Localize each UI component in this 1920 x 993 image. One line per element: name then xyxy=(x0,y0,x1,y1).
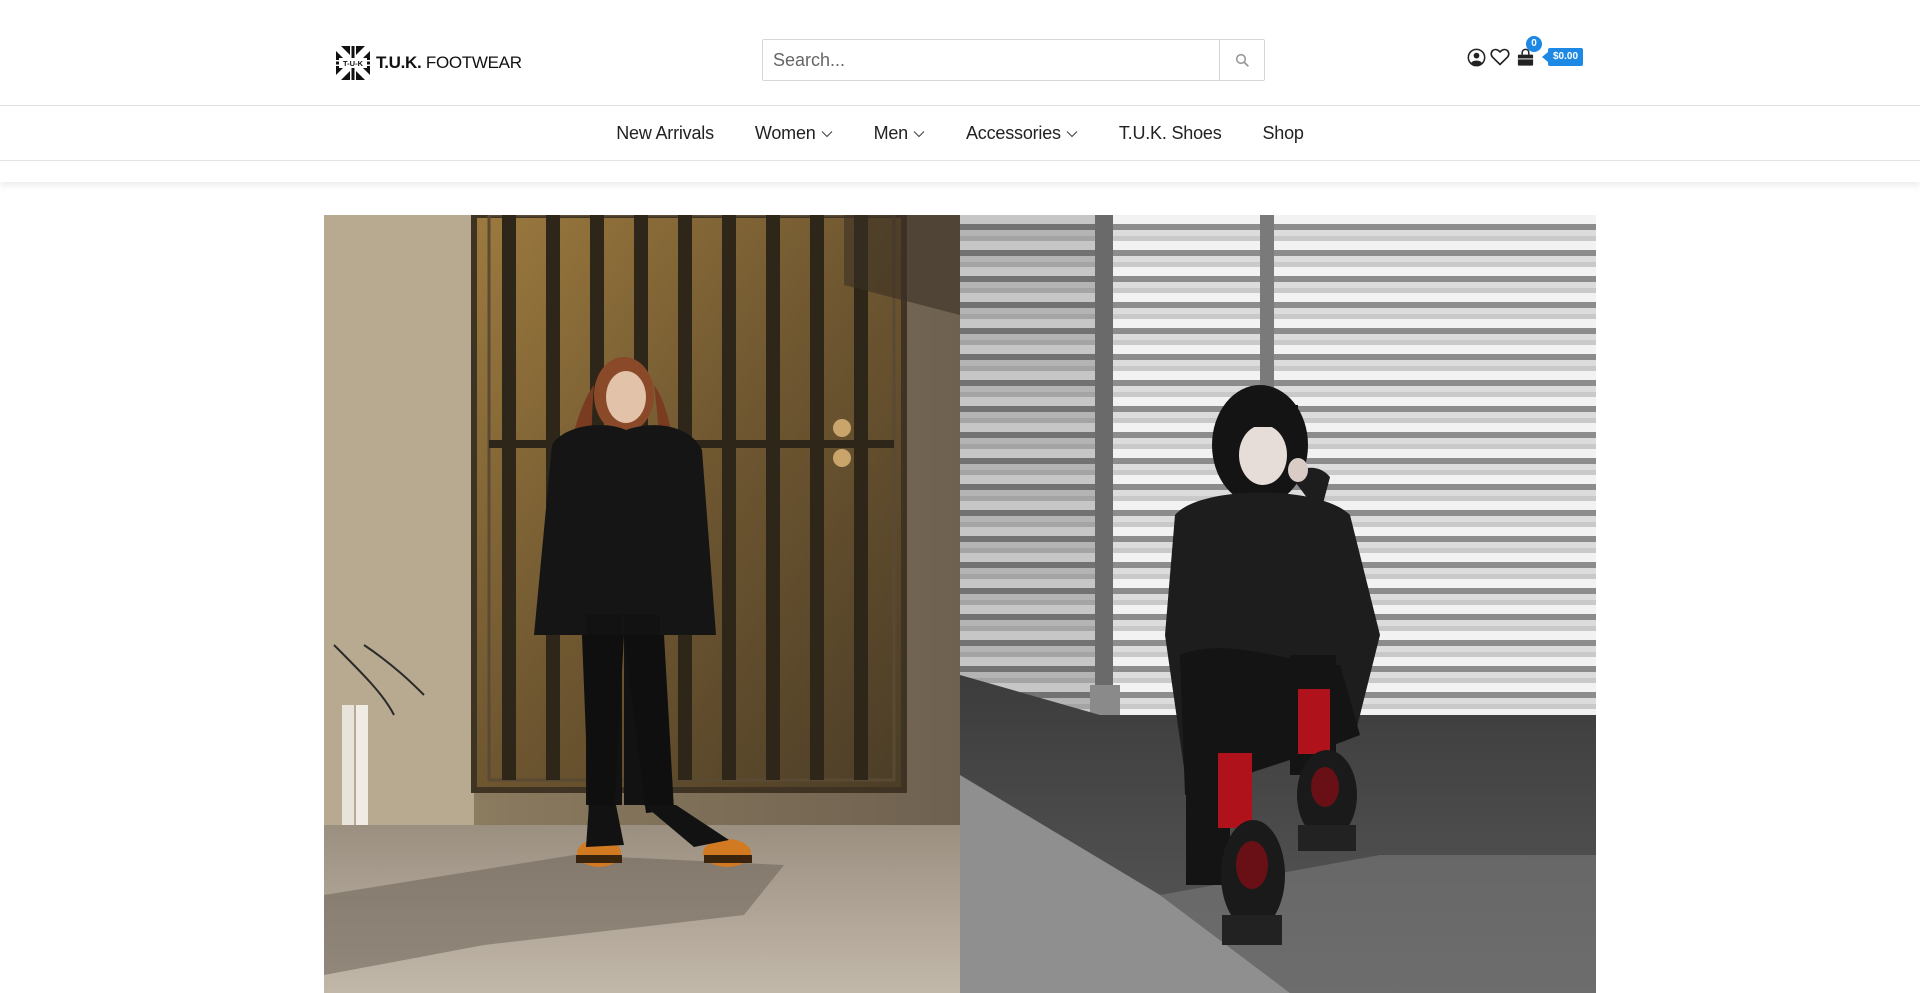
nav-item-new-arrivals[interactable]: New Arrivals xyxy=(616,123,714,144)
account-button[interactable] xyxy=(1466,46,1486,68)
search-button[interactable] xyxy=(1219,40,1264,80)
nav-item-accessories[interactable]: Accessories xyxy=(966,123,1078,144)
cart-count-badge: 0 xyxy=(1526,36,1542,52)
svg-text:T-U-K: T-U-K xyxy=(343,59,364,68)
cart-button[interactable]: 0 xyxy=(1514,36,1542,68)
chevron-down-icon xyxy=(821,130,832,137)
hero-image-left[interactable] xyxy=(324,215,960,993)
search-bar xyxy=(762,39,1265,81)
brand-logo[interactable]: T-U-K T.U.K. FOOTWEAR xyxy=(336,46,522,80)
nav-item-label: Men xyxy=(873,123,909,143)
chevron-down-icon xyxy=(913,130,925,137)
main-nav: New Arrivals Women Men Accessories T.U.K… xyxy=(0,107,1920,161)
hero-image-right[interactable] xyxy=(960,215,1596,993)
hero-photo-seated-model xyxy=(960,215,1596,993)
wishlist-button[interactable] xyxy=(1490,46,1510,68)
brand-name-bold: T.U.K. xyxy=(376,53,422,72)
cart-total-badge[interactable]: $0.00 xyxy=(1541,48,1584,66)
brand-name: T.U.K. FOOTWEAR xyxy=(376,53,522,73)
hero-banner[interactable] xyxy=(324,215,1596,993)
nav-item-women[interactable]: Women xyxy=(755,123,833,144)
brand-name-light: FOOTWEAR xyxy=(425,53,522,72)
nav-item-label: New Arrivals xyxy=(616,123,714,143)
brand-logo-mark-icon: T-U-K xyxy=(336,46,370,80)
search-icon xyxy=(1235,53,1249,67)
nav-item-label: Women xyxy=(754,123,816,143)
nav-item-label: Accessories xyxy=(966,123,1061,143)
nav-item-label: T.U.K. Shoes xyxy=(1118,123,1222,143)
nav-item-label: Shop xyxy=(1262,123,1304,143)
search-input[interactable] xyxy=(763,40,1219,80)
heart-icon xyxy=(1490,48,1510,66)
nav-item-shop[interactable]: Shop xyxy=(1263,123,1304,144)
chevron-down-icon xyxy=(1066,130,1078,137)
site-header: T-U-K T.U.K. FOOTWEAR Search... 0 $0.00 xyxy=(0,0,1920,106)
user-circle-icon xyxy=(1467,48,1485,66)
nav-item-men[interactable]: Men xyxy=(874,123,925,144)
header-actions: 0 $0.00 xyxy=(1466,36,1584,70)
hero-photo-standing-model xyxy=(324,215,960,993)
nav-shadow-strip xyxy=(0,162,1920,182)
nav-item-tuk-shoes[interactable]: T.U.K. Shoes xyxy=(1119,123,1222,144)
